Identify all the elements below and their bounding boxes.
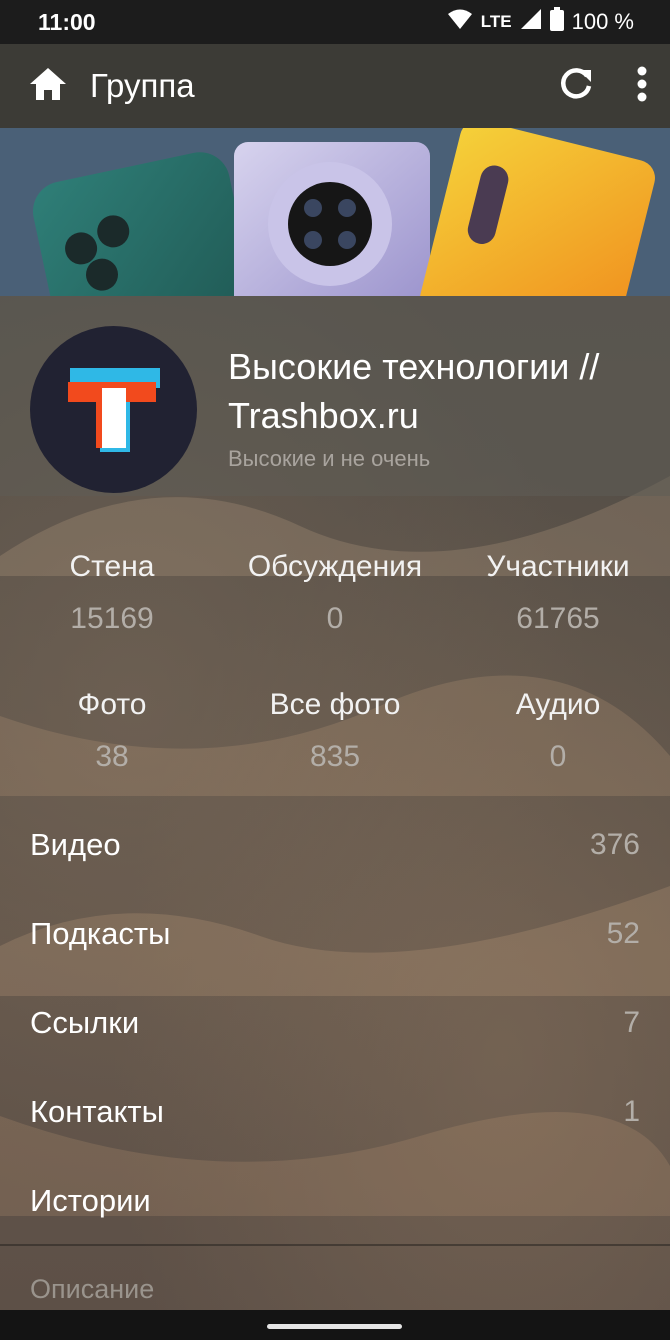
signal-icon <box>520 8 542 36</box>
stat-discussions[interactable]: Обсуждения 0 <box>223 550 447 636</box>
group-cover-image <box>0 128 670 296</box>
battery-icon <box>549 7 564 37</box>
group-name: Высокие технологии // Trashbox.ru <box>228 346 600 436</box>
status-icons: LTE 100 % <box>447 7 634 37</box>
home-gesture-handle[interactable] <box>267 1324 402 1329</box>
stat-value: 61765 <box>516 602 600 635</box>
status-time: 11:00 <box>38 8 96 35</box>
stat-wall[interactable]: Стена 15169 <box>0 550 224 636</box>
list-item-label: Истории <box>30 1183 151 1218</box>
stat-label: Фото <box>77 688 147 721</box>
stat-label: Стена <box>69 550 155 583</box>
list-item-count: 1 <box>623 1095 640 1128</box>
description-header: Описание <box>30 1274 155 1304</box>
network-type: LTE <box>480 12 512 31</box>
list-item-label: Видео <box>30 827 121 862</box>
stat-all-photos[interactable]: Все фото 835 <box>223 688 447 774</box>
stat-audio[interactable]: Аудио 0 <box>446 688 670 774</box>
list-item-contacts[interactable]: Контакты 1 <box>30 1082 640 1142</box>
battery-percent: 100 % <box>571 9 634 34</box>
stat-label: Аудио <box>515 688 601 721</box>
list-item-label: Контакты <box>30 1094 164 1129</box>
list-item-label: Подкасты <box>30 916 171 951</box>
stat-photos[interactable]: Фото 38 <box>0 688 224 774</box>
app-bar-title: Группа <box>90 67 195 104</box>
stat-value: 0 <box>549 740 567 773</box>
list-item-links[interactable]: Ссылки 7 <box>30 993 640 1053</box>
group-status: Высокие и не очень <box>228 446 431 471</box>
list-item-video[interactable]: Видео 376 <box>30 815 640 875</box>
avatar[interactable] <box>30 326 197 493</box>
stat-members[interactable]: Участники 61765 <box>446 550 670 636</box>
more-vert-icon[interactable] <box>636 66 648 107</box>
group-content: Высокие технологии // Trashbox.ru Высоки… <box>0 296 670 1310</box>
list-item-count: 52 <box>606 917 640 950</box>
stat-label: Участники <box>486 550 630 583</box>
stat-value: 835 <box>309 740 361 773</box>
status-bar: 11:00 LTE 100 % <box>0 0 670 44</box>
stat-label: Обсуждения <box>247 550 423 583</box>
system-navigation-bar <box>0 1310 670 1340</box>
list-item-podcasts[interactable]: Подкасты 52 <box>30 904 640 964</box>
stat-value: 15169 <box>70 602 154 635</box>
wifi-icon <box>447 8 473 36</box>
list-item-count: 7 <box>623 1006 640 1039</box>
group-logo-icon <box>67 367 160 452</box>
stat-label: Все фото <box>269 688 401 721</box>
app-bar: Группа <box>0 44 670 128</box>
list-item-stories[interactable]: Истории <box>30 1171 640 1231</box>
list-item-count: 376 <box>589 828 640 861</box>
home-icon[interactable] <box>28 66 68 107</box>
stat-value: 0 <box>326 602 344 635</box>
stat-value: 38 <box>95 740 129 773</box>
list-item-label: Ссылки <box>30 1005 140 1040</box>
section-divider <box>0 1244 670 1246</box>
refresh-icon[interactable] <box>558 66 594 107</box>
